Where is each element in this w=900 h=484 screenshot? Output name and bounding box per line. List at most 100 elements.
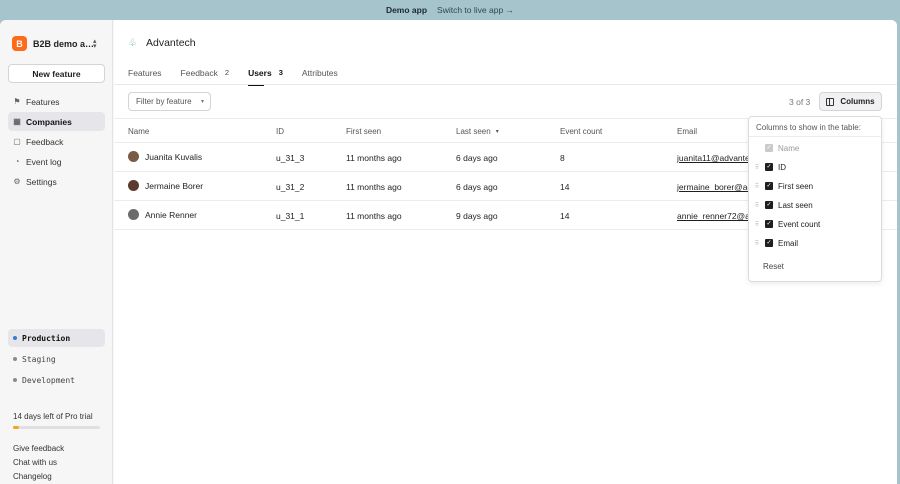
tabs-divider [114,84,897,85]
tab-label: Users [248,67,272,78]
email-link[interactable]: jermaine_borer@ac [677,182,752,192]
changelog-link[interactable]: Changelog [13,470,64,484]
reset-columns-button[interactable]: Reset [763,262,784,271]
columns-dropdown: Columns to show in the table: ✓ Name ⠿ ✓… [748,116,883,282]
event-count: 14 [560,211,570,221]
avatar [128,209,139,220]
chevron-down-icon: ▾ [200,99,204,105]
last-seen: 6 days ago [456,182,498,192]
checkbox-last-seen[interactable]: ✓ [765,201,773,209]
sidebar-footer: Give feedback Chat with us Changelog [13,442,64,484]
tab-attributes[interactable]: Attributes [302,60,338,85]
env-staging[interactable]: Staging [8,350,105,368]
checkbox-event-count[interactable]: ✓ [765,220,773,228]
user-id: u_31_1 [276,211,305,221]
column-toggle-name: ✓ Name [754,141,799,155]
column-toggle-label: First seen [778,181,814,191]
checkbox-name: ✓ [765,144,773,152]
column-header-id[interactable]: ID [276,127,284,136]
column-toggle-email[interactable]: ⠿ ✓ Email [754,236,798,250]
columns-button[interactable]: Columns [819,92,882,111]
env-dot-icon [13,336,17,340]
column-toggle-label: Name [778,143,800,153]
env-label: Staging [22,354,56,364]
trial-progress-fill [13,426,20,429]
user-name: Annie Renner [145,209,197,220]
column-header-first-seen[interactable]: First seen [346,127,381,136]
drag-handle-icon[interactable]: ⠿ [754,221,760,228]
tab-count-badge: 2 [224,68,230,77]
settings-icon: ⚙ [13,176,21,186]
org-logo-icon: B [12,36,27,51]
tab-feedback[interactable]: Feedback 2 [181,60,230,85]
sidebar-item-companies[interactable]: ▦ Companies [8,112,105,131]
column-toggle-event-count[interactable]: ⠿ ✓ Event count [754,217,820,231]
email-link[interactable]: annie_renner72@a [677,211,750,221]
env-label: Development [22,375,75,385]
checkbox-first-seen[interactable]: ✓ [765,182,773,190]
app-window: B B2B demo a… ▴ ▾ New feature ⚑ Features … [0,20,897,484]
filter-by-feature-select[interactable]: Filter by feature ▾ [128,92,211,111]
drag-handle-icon[interactable]: ⠿ [754,183,760,190]
avatar [128,151,139,162]
company-tabs: Features Feedback 2 Users 3 Attributes [128,60,357,86]
give-feedback-link[interactable]: Give feedback [13,442,64,456]
tab-features[interactable]: Features [128,60,162,85]
sidebar-item-label: Settings [26,176,57,187]
env-development[interactable]: Development [8,371,105,389]
chevron-updown-icon[interactable]: ▴ ▾ [93,38,97,50]
first-seen: 11 months ago [346,211,402,221]
checkbox-email[interactable]: ✓ [765,239,773,247]
drag-handle-icon[interactable]: ⠿ [754,164,760,171]
org-switcher[interactable]: B B2B demo a… [12,36,94,51]
user-name-cell: Jermaine Borer [128,180,203,191]
last-seen: 9 days ago [456,211,498,221]
sidebar-nav: ⚑ Features ▦ Companies ▢ Feedback ◔ Even… [8,92,105,192]
columns-dropdown-title: Columns to show in the table: [756,123,861,132]
sidebar-item-event-log[interactable]: ◔ Event log [8,152,105,171]
chat-icon: ▢ [13,136,21,146]
event-count: 14 [560,182,570,192]
tab-label: Attributes [301,67,338,78]
env-label: Production [22,333,71,343]
dropdown-divider [749,136,883,137]
sidebar-item-label: Event log [26,156,62,167]
user-id: u_31_3 [276,153,305,163]
chat-with-us-link[interactable]: Chat with us [13,456,64,470]
column-toggle-first-seen[interactable]: ⠿ ✓ First seen [754,179,813,193]
company-logo-icon: ♧ [128,37,137,49]
sidebar-item-label: Feedback [26,136,64,147]
column-header-last-seen[interactable]: Last seen ▾ [456,127,499,136]
sidebar-item-feedback[interactable]: ▢ Feedback [8,132,105,151]
user-id: u_31_2 [276,182,305,192]
last-seen: 6 days ago [456,153,498,163]
result-count: 3 of 3 [789,97,811,107]
column-toggle-last-seen[interactable]: ⠿ ✓ Last seen [754,198,813,212]
building-icon: ▦ [13,116,21,126]
checkbox-id[interactable]: ✓ [765,163,773,171]
event-count: 8 [560,153,565,163]
environment-list: Production Staging Development [8,329,105,392]
new-feature-button[interactable]: New feature [8,64,105,83]
switch-to-live-link[interactable]: Switch to live app → [437,5,514,15]
column-header-email[interactable]: Email [677,127,697,136]
sidebar-item-label: Features [26,96,60,107]
env-dot-icon [13,357,17,361]
column-toggle-label: ID [778,162,786,172]
column-toggle-id[interactable]: ⠿ ✓ ID [754,160,786,174]
sidebar-item-settings[interactable]: ⚙ Settings [8,172,105,191]
tab-label: Feedback [180,67,218,78]
drag-handle-icon[interactable]: ⠿ [754,202,760,209]
org-name: B2B demo a… [33,38,95,49]
drag-handle-icon[interactable]: ⠿ [754,240,760,247]
sidebar-item-features[interactable]: ⚑ Features [8,92,105,111]
email-link[interactable]: juanita11@advante [677,153,750,163]
env-production[interactable]: Production [8,329,105,347]
columns-button-label: Columns [840,97,875,106]
column-header-name[interactable]: Name [128,127,149,136]
column-header-event-count[interactable]: Event count [560,127,602,136]
sidebar: B B2B demo a… ▴ ▾ New feature ⚑ Features … [0,20,113,484]
user-name: Juanita Kuvalis [145,151,203,162]
tab-users[interactable]: Users 3 [248,60,283,86]
demo-app-label: Demo app [385,5,428,15]
